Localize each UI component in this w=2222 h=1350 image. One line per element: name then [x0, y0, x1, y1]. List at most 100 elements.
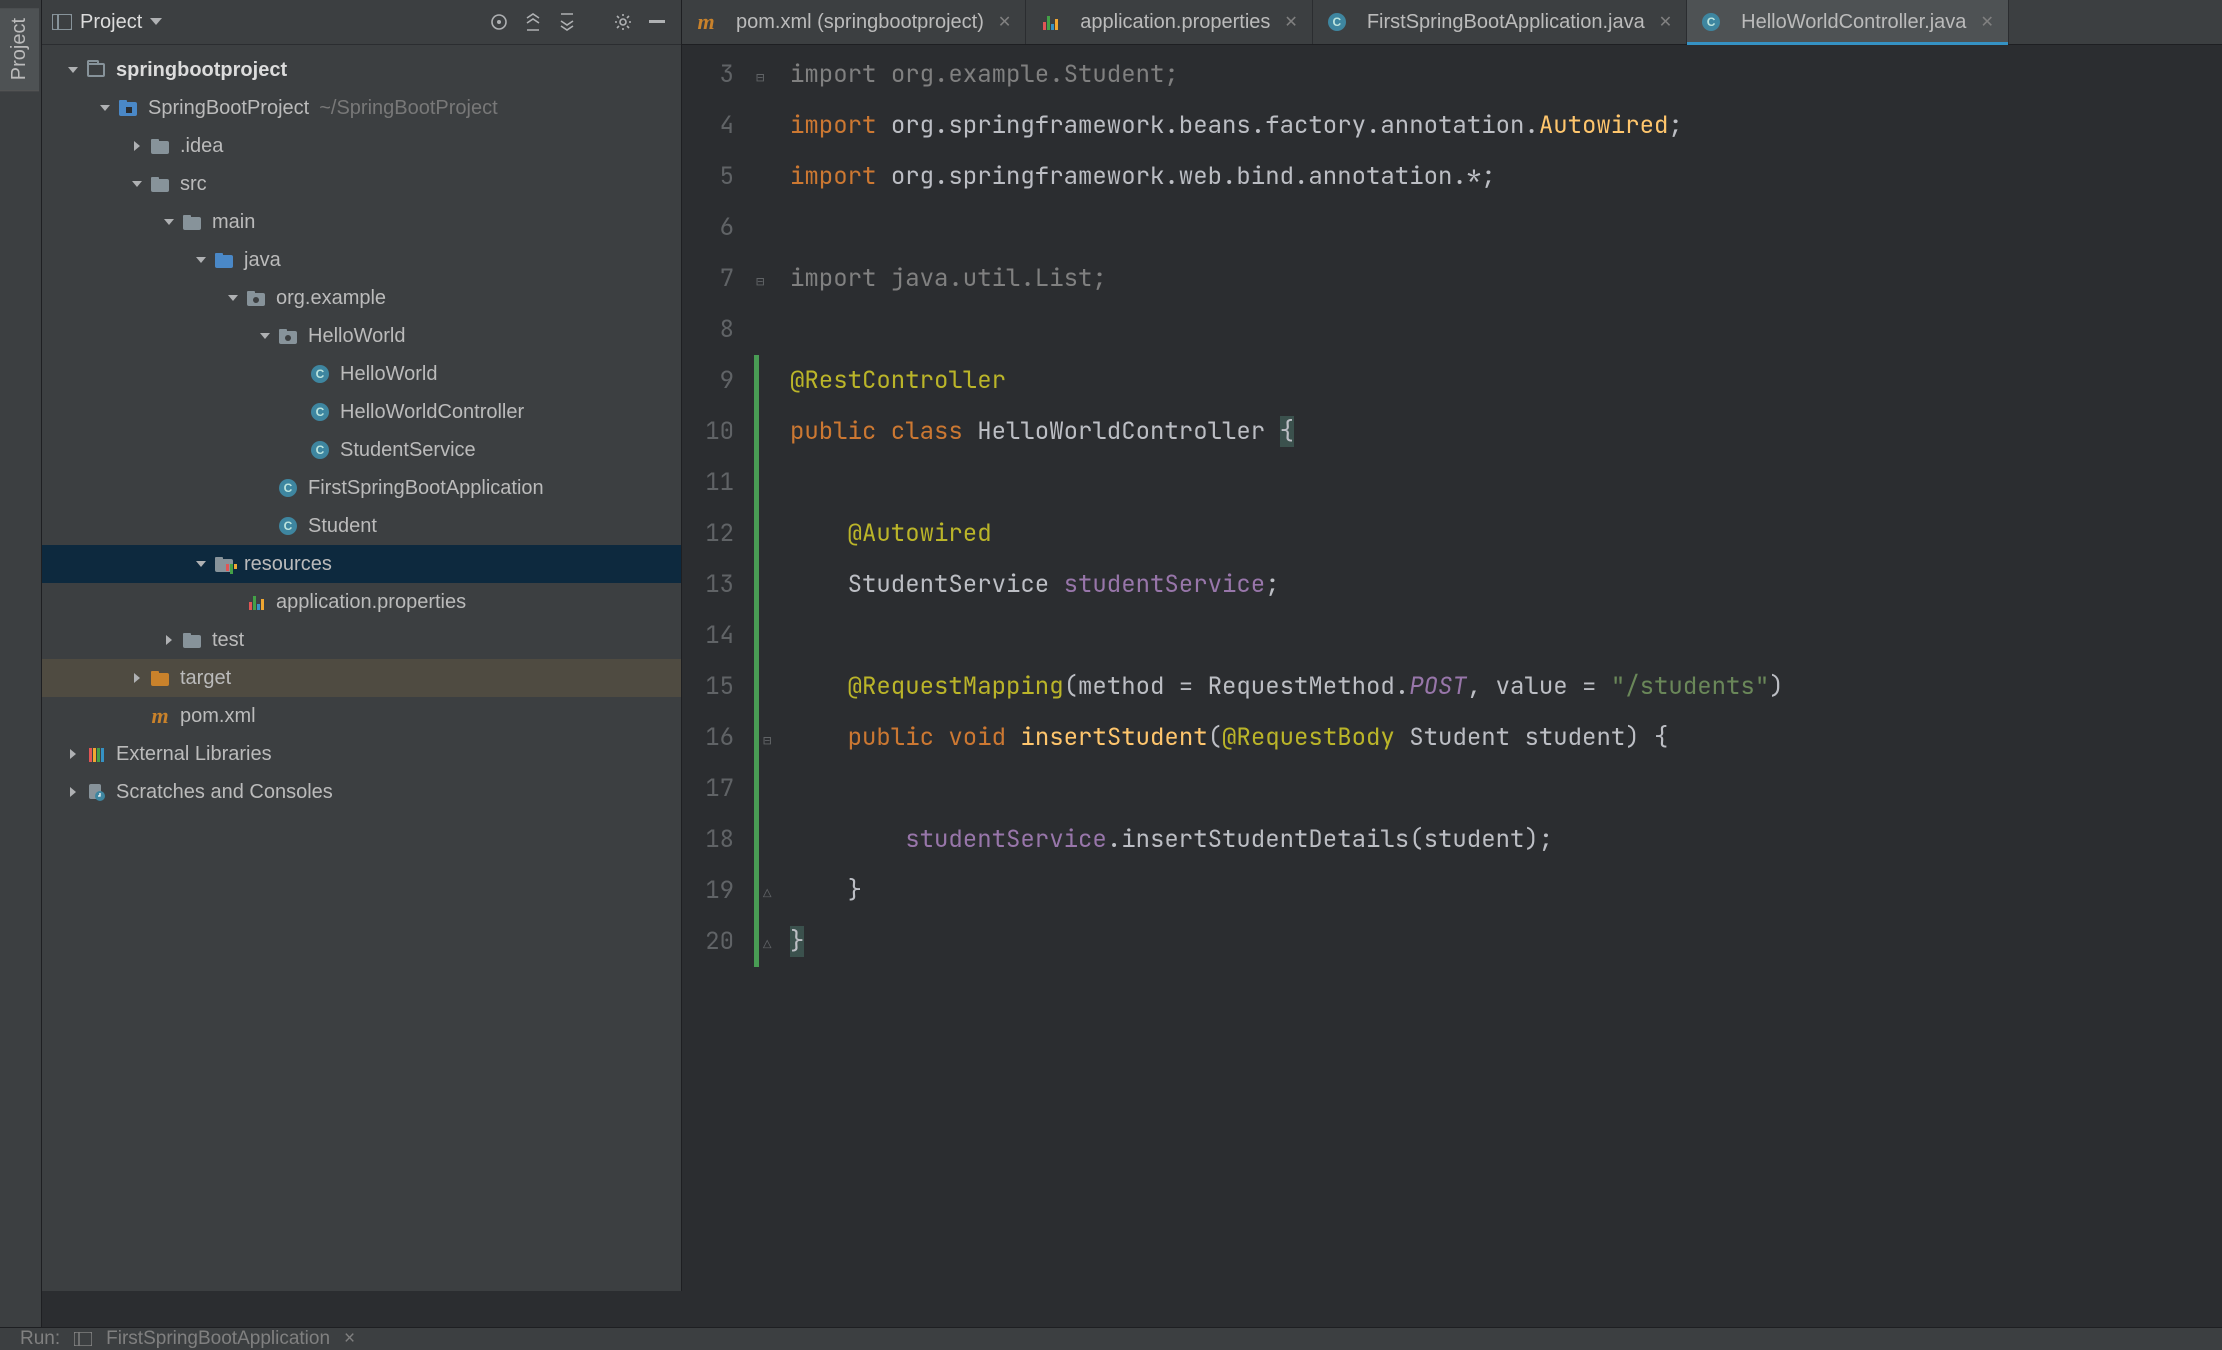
- sidebar-header: Project: [42, 0, 681, 45]
- tree-item-target[interactable]: target: [42, 659, 681, 697]
- code-line[interactable]: @RequestMapping(method = RequestMethod.P…: [790, 661, 2222, 712]
- chevron-down-icon[interactable]: [158, 211, 180, 233]
- class-icon: C: [310, 402, 330, 422]
- tree-item-hint: ~/SpringBootProject: [319, 97, 497, 120]
- package-icon: [246, 288, 266, 308]
- code-line[interactable]: public void insertStudent(@RequestBody S…: [790, 712, 2222, 763]
- tree-item-springbootproject[interactable]: SpringBootProject ~/SpringBootProject: [42, 89, 681, 127]
- collapse-all-icon[interactable]: [553, 8, 581, 36]
- expand-all-icon[interactable]: [519, 8, 547, 36]
- tree-item-scratches-and-consoles[interactable]: Scratches and Consoles: [42, 773, 681, 811]
- tree-item-java[interactable]: java: [42, 241, 681, 279]
- code-line[interactable]: import org.example.Student;: [790, 49, 2222, 100]
- line-number: 20: [682, 916, 734, 967]
- editor-tab[interactable]: CFirstSpringBootApplication.java✕: [1313, 0, 1687, 44]
- fold-marker-icon[interactable]: ⊟: [759, 732, 771, 750]
- line-number: 10: [682, 406, 734, 457]
- line-number: 18: [682, 814, 734, 865]
- dropdown-arrow-icon[interactable]: [150, 18, 162, 26]
- tree-item-label: SpringBootProject: [148, 97, 309, 120]
- editor-tab[interactable]: mpom.xml (springbootproject)✕: [682, 0, 1026, 44]
- chevron-down-icon[interactable]: [254, 325, 276, 347]
- code-line[interactable]: import java.util.List;: [790, 253, 2222, 304]
- chevron-down-icon[interactable]: [62, 59, 84, 81]
- tree-item-helloworldcontroller[interactable]: C HelloWorldController: [42, 393, 681, 431]
- code-editor[interactable]: 34567891011121314151617181920 ⊟⊟⊟△△ impo…: [682, 45, 2222, 1291]
- chevron-right-icon[interactable]: [62, 743, 84, 765]
- tree-item-src[interactable]: src: [42, 165, 681, 203]
- change-marker: [754, 763, 780, 814]
- code-line[interactable]: @Autowired: [790, 508, 2222, 559]
- editor-tab[interactable]: CHelloWorldController.java✕: [1687, 0, 2009, 44]
- project-tree[interactable]: springbootproject SpringBootProject ~/Spri…: [42, 45, 681, 1291]
- tree-item-label: HelloWorldController: [340, 401, 524, 424]
- chevron-down-icon[interactable]: [222, 287, 244, 309]
- project-tool-tab[interactable]: Project: [0, 8, 39, 91]
- tree-item-springbootproject[interactable]: springbootproject: [42, 51, 681, 89]
- tree-item-resources[interactable]: resources: [42, 545, 681, 583]
- chevron-right-icon[interactable]: [62, 781, 84, 803]
- code-line[interactable]: }: [790, 865, 2222, 916]
- code-line[interactable]: @RestController: [790, 355, 2222, 406]
- tree-item-org-example[interactable]: org.example: [42, 279, 681, 317]
- change-marker-gutter: ⊟ ⊟ ⊟ △ △: [752, 45, 780, 1291]
- folder-icon: [150, 136, 170, 156]
- code-line[interactable]: }: [790, 916, 2222, 967]
- line-number: 9: [682, 355, 734, 406]
- tree-item-student[interactable]: CStudent: [42, 507, 681, 545]
- chevron-down-icon[interactable]: [126, 173, 148, 195]
- bottom-run-bar: Run: FirstSpringBootApplication ×: [0, 1327, 2222, 1350]
- close-tab-icon[interactable]: ✕: [1980, 12, 1993, 32]
- code-line[interactable]: [790, 457, 2222, 508]
- editor-tab[interactable]: application.properties ✕: [1026, 0, 1313, 44]
- tab-label: application.properties: [1080, 11, 1270, 34]
- code-line[interactable]: [790, 304, 2222, 355]
- change-marker: [754, 661, 780, 712]
- code-line[interactable]: [790, 610, 2222, 661]
- code-line[interactable]: [790, 202, 2222, 253]
- chevron-right-icon[interactable]: [126, 667, 148, 689]
- settings-icon[interactable]: [609, 8, 637, 36]
- fold-marker-icon[interactable]: △: [759, 885, 771, 903]
- code-line[interactable]: public class HelloWorldController {: [790, 406, 2222, 457]
- tree-item-helloworld[interactable]: CHelloWorld: [42, 355, 681, 393]
- tree-item-label: pom.xml: [180, 705, 256, 728]
- tree-item-main[interactable]: main: [42, 203, 681, 241]
- sidebar-title: Project: [80, 11, 142, 34]
- tree-item-test[interactable]: test: [42, 621, 681, 659]
- close-tab-icon[interactable]: ✕: [1284, 12, 1297, 32]
- change-marker: [752, 100, 780, 151]
- chevron-down-icon[interactable]: [94, 97, 116, 119]
- tree-item-label: resources: [244, 553, 332, 576]
- close-tab-icon[interactable]: ✕: [1659, 12, 1672, 32]
- code-line[interactable]: [790, 763, 2222, 814]
- tree-item-pom-xml[interactable]: mpom.xml: [42, 697, 681, 735]
- fold-marker-icon[interactable]: ⊟: [752, 69, 764, 87]
- code-content[interactable]: import org.example.Student;import org.sp…: [780, 45, 2222, 1291]
- chevron-right-icon[interactable]: [126, 135, 148, 157]
- change-marker: ⊟: [754, 712, 780, 763]
- tree-item-studentservice[interactable]: CStudentService: [42, 431, 681, 469]
- chevron-down-icon[interactable]: [190, 249, 212, 271]
- tree-item-label: .idea: [180, 135, 223, 158]
- select-opened-file-icon[interactable]: [485, 8, 513, 36]
- tree-item-application-properties[interactable]: application.properties: [42, 583, 681, 621]
- tree-item-firstspringbootapplication[interactable]: CFirstSpringBootApplication: [42, 469, 681, 507]
- code-line[interactable]: import org.springframework.web.bind.anno…: [790, 151, 2222, 202]
- code-line[interactable]: studentService.insertStudentDetails(stud…: [790, 814, 2222, 865]
- tree-item--idea[interactable]: .idea: [42, 127, 681, 165]
- chevron-down-icon[interactable]: [190, 553, 212, 575]
- run-close-icon[interactable]: ×: [344, 1328, 355, 1350]
- close-tab-icon[interactable]: ✕: [998, 12, 1011, 32]
- tree-item-label: StudentService: [340, 439, 476, 462]
- chevron-right-icon[interactable]: [158, 629, 180, 651]
- hide-icon[interactable]: [643, 8, 671, 36]
- code-line[interactable]: import org.springframework.beans.factory…: [790, 100, 2222, 151]
- fold-marker-icon[interactable]: △: [759, 936, 771, 954]
- fold-marker-icon[interactable]: ⊟: [752, 273, 764, 291]
- tree-item-helloworld[interactable]: HelloWorld: [42, 317, 681, 355]
- code-line[interactable]: StudentService studentService;: [790, 559, 2222, 610]
- tree-item-external-libraries[interactable]: External Libraries: [42, 735, 681, 773]
- props-icon: [1040, 12, 1060, 32]
- run-config-name[interactable]: FirstSpringBootApplication: [106, 1328, 330, 1350]
